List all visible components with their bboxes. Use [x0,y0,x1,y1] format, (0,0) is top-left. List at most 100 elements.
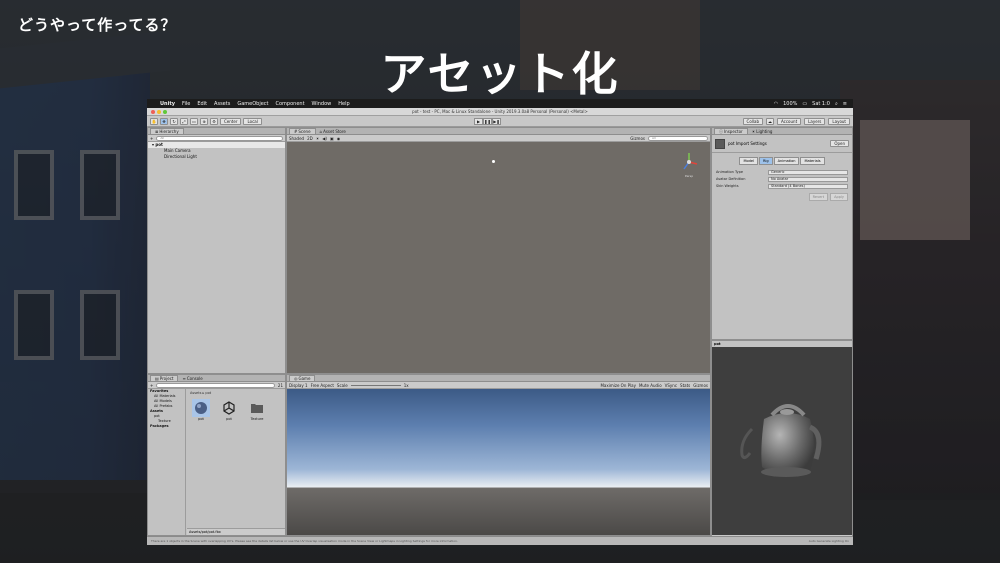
game-gizmos-dropdown[interactable]: Gizmos [693,383,708,388]
hierarchy-panel: ≣ Hierarchy + All ▾ pot Main Camera Direc… [147,127,286,374]
skin-weights-dropdown[interactable]: Standard (4 Bones) [768,183,848,189]
tab-animation[interactable]: Animation [773,157,800,165]
scene-icon: # [294,129,298,134]
hierarchy-item-directional-light[interactable]: Directional Light [148,154,285,160]
tree-packages[interactable]: Packages [148,424,185,429]
mac-menu-bar: Unity File Edit Assets GameObject Compon… [147,99,853,108]
tab-scene[interactable]: # Scene [289,128,316,134]
play-icon[interactable]: ▶ [474,118,483,125]
light-gizmo-icon[interactable] [492,160,495,163]
layers-dropdown[interactable]: Layers [804,117,826,125]
status-message[interactable]: There are 1 objects in the Scene with ov… [151,539,458,543]
import-tabs: Model Rig Animation Materials [712,157,852,165]
tab-console[interactable]: ≡ Console [178,375,206,381]
scene-panel: # Scene ⌂ Asset Store Shaded 2D ☀ ◀) ▣ ◉ G… [286,127,711,374]
orientation-gizmo[interactable]: Persp [678,150,700,178]
create-button[interactable]: + [150,136,153,141]
menu-edit[interactable]: Edit [197,101,207,107]
tab-project[interactable]: ▤ Project [150,375,179,381]
preview-header: pot [712,341,852,347]
pivot-center-button[interactable]: Center [220,117,242,125]
project-count: 21 [277,382,283,388]
custom-tool-icon[interactable]: ⚙ [210,117,218,125]
inspector-asset-title: pot Import Settings [728,141,767,146]
project-folder-tree: Favorites All Materials All Models All P… [148,389,186,535]
asset-texture-folder[interactable]: Texture [247,399,267,421]
scale-label: Scale [336,382,348,388]
account-dropdown[interactable]: Account [776,117,802,125]
menu-gameobject[interactable]: GameObject [237,101,268,107]
game-viewport[interactable] [287,389,710,535]
scene-search-input[interactable]: All [648,135,708,141]
pause-icon[interactable]: ❚❚ [483,118,492,125]
inspector-panel: ⓘ Inspector ☀ Lighting pot Import Settings… [711,127,853,340]
display-dropdown[interactable]: Display 1 [289,383,308,388]
asset-pot-model[interactable]: pot [191,399,211,421]
scale-tool-icon[interactable]: ⤢ [180,117,188,125]
tab-inspector[interactable]: ⓘ Inspector [714,128,748,134]
avatar-definition-dropdown[interactable]: No Avatar [768,176,848,182]
menu-window[interactable]: Window [312,101,332,107]
apply-button[interactable]: Apply [830,193,848,201]
store-icon: ⌂ [319,128,323,134]
cloud-icon[interactable]: ☁ [765,117,774,125]
scale-slider[interactable] [350,384,401,386]
transform-tool-icon[interactable]: ⊕ [200,117,208,125]
audio-toggle-icon[interactable]: ◀) [322,136,327,141]
tab-lighting[interactable]: ☀ Lighting [748,128,777,134]
tab-materials[interactable]: Materials [800,157,825,165]
project-create-button[interactable]: + [150,383,153,388]
mute-audio-toggle[interactable]: Mute Audio [639,383,662,388]
game-panel: ◎ Game Display 1 Free Aspect Scale 1x Max… [286,374,711,536]
aspect-dropdown[interactable]: Free Aspect [311,383,334,388]
bulb-icon: ☀ [751,128,756,134]
search-icon[interactable]: ⌕ [835,101,838,107]
rotate-tool-icon[interactable]: ↻ [170,117,178,125]
open-button[interactable]: Open [830,140,849,147]
tab-hierarchy[interactable]: ≣ Hierarchy [150,128,184,134]
wifi-icon[interactable]: ◠ [774,101,778,107]
clock-text[interactable]: Sat 1:0 [812,101,830,107]
folder-icon [248,399,266,417]
scene-viewport[interactable]: Persp [287,142,710,373]
battery-icon[interactable]: ▭ [802,101,807,107]
pivot-local-button[interactable]: Local [243,117,262,125]
asset-pot-scene[interactable]: pot [219,399,239,421]
tab-game[interactable]: ◎ Game [289,375,316,381]
collab-button[interactable]: Collab [742,117,763,125]
kettle-model-preview[interactable] [712,349,853,529]
menu-assets[interactable]: Assets [214,101,230,107]
scale-value: 1x [403,382,409,388]
project-footer-path: Assets/pot/pot.fbx [187,528,285,535]
tab-rig[interactable]: Rig [758,157,773,165]
tab-asset-store[interactable]: ⌂ Asset Store [316,128,350,134]
breadcrumb[interactable]: Assets ▸ pot [187,389,285,397]
shading-mode-dropdown[interactable]: Shaded [289,136,304,141]
vsync-toggle[interactable]: VSync [665,383,677,388]
2d-toggle[interactable]: 2D [307,136,313,141]
scene-gizmos-dropdown[interactable]: Gizmos [630,136,645,141]
visibility-icon[interactable]: ◉ [337,136,341,141]
menu-component[interactable]: Component [276,101,305,107]
hierarchy-search-input[interactable]: All [156,135,283,141]
step-icon[interactable]: ▶❚ [492,118,501,125]
project-files: Assets ▸ pot pot pot Texture [187,389,285,535]
maximize-on-play-toggle[interactable]: Maximize On Play [600,383,636,388]
menu-help[interactable]: Help [338,101,349,107]
hand-tool-icon[interactable]: ✋ [150,117,158,125]
move-tool-icon[interactable]: ✥ [160,117,168,125]
revert-button[interactable]: Revert [808,193,829,201]
rect-tool-icon[interactable]: ▭ [190,117,198,125]
tab-model[interactable]: Model [739,157,758,165]
animation-type-dropdown[interactable]: Generic [768,169,848,175]
project-search-input[interactable] [156,382,275,388]
menu-app-name[interactable]: Unity [160,101,175,107]
effects-toggle-icon[interactable]: ▣ [330,136,334,141]
lighting-toggle-icon[interactable]: ☀ [316,136,320,141]
control-center-icon[interactable]: ≡ [843,101,847,107]
window-titlebar: pot - test - PC, Mac & Linux Standalone … [147,108,853,116]
layout-dropdown[interactable]: Layout [828,117,850,125]
menu-file[interactable]: File [182,101,190,107]
gamepad-icon: ◎ [294,376,298,381]
stats-toggle[interactable]: Stats [680,383,690,388]
